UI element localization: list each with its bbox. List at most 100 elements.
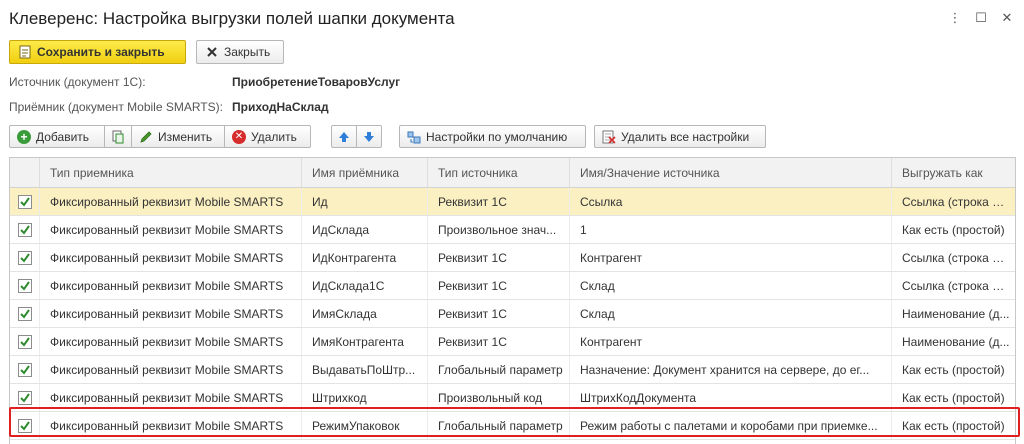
cell-receiver-name: ИмяКонтрагента xyxy=(302,328,428,355)
cell-receiver-name: ИдСклада xyxy=(302,216,428,243)
cell-source-value-text: 1 xyxy=(580,222,587,237)
save-doc-icon xyxy=(18,45,32,59)
cell-source-type-text: Произвольный код xyxy=(438,390,543,405)
row-checkbox[interactable] xyxy=(17,334,32,349)
close-button[interactable]: Закрыть xyxy=(196,40,284,64)
cell-receiver-type-text: Фиксированный реквизит Mobile SMARTS xyxy=(50,222,284,237)
header-export-as[interactable]: Выгружать как xyxy=(892,158,1015,187)
cell-receiver-type: Фиксированный реквизит Mobile SMARTS xyxy=(40,384,302,411)
close-window-icon[interactable]: ✕ xyxy=(996,8,1018,28)
cell-export-as: Наименование (д... xyxy=(892,328,1015,355)
table-toolbar: + Добавить Изменить ✕ Удалить Настройки … xyxy=(9,125,766,148)
table-row[interactable]: Фиксированный реквизит Mobile SMARTS ИдСк… xyxy=(10,272,1015,300)
header-receiver-type[interactable]: Тип приемника xyxy=(40,158,302,187)
cell-receiver-name-text: РежимУпаковок xyxy=(312,418,400,433)
row-checkbox[interactable] xyxy=(17,250,32,265)
header-receiver-name[interactable]: Имя приёмника xyxy=(302,158,428,187)
row-checkbox[interactable] xyxy=(17,306,32,321)
cell-source-value: ШтрихКодДокумента xyxy=(570,384,892,411)
table-row[interactable]: Фиксированный реквизит Mobile SMARTS ИдСк… xyxy=(10,216,1015,244)
move-down-button[interactable] xyxy=(356,125,382,148)
cell-receiver-name-text: ИдСклада1С xyxy=(312,278,385,293)
cell-source-value: Ссылка xyxy=(570,188,892,215)
move-up-button[interactable] xyxy=(331,125,357,148)
row-checkbox-cell xyxy=(10,356,40,383)
save-and-close-button[interactable]: Сохранить и закрыть xyxy=(9,40,186,64)
source-label: Источник (документ 1С): xyxy=(9,75,146,89)
row-checkbox[interactable] xyxy=(17,390,32,405)
checkmark-icon xyxy=(19,392,30,403)
row-checkbox[interactable] xyxy=(17,362,32,377)
cell-receiver-type: Фиксированный реквизит Mobile SMARTS xyxy=(40,272,302,299)
cell-receiver-type: Фиксированный реквизит Mobile SMARTS xyxy=(40,300,302,327)
close-x-icon xyxy=(205,45,219,59)
cell-receiver-type: Фиксированный реквизит Mobile SMARTS xyxy=(40,328,302,355)
cell-export-as: Как есть (простой) xyxy=(892,412,1015,439)
edit-button-group: + Добавить Изменить ✕ Удалить xyxy=(9,125,311,148)
cell-export-as: Как есть (простой) xyxy=(892,384,1015,411)
cell-export-as-text: Ссылка (строка G... xyxy=(902,250,1012,265)
source-field: Источник (документ 1С): ПриобретениеТова… xyxy=(9,74,400,90)
delete-all-settings-button[interactable]: Удалить все настройки xyxy=(594,125,766,148)
header-checkbox-column[interactable] xyxy=(10,158,40,187)
cell-source-type: Реквизит 1С xyxy=(428,272,570,299)
delete-label: Удалить xyxy=(251,129,297,144)
row-checkbox[interactable] xyxy=(17,222,32,237)
receiver-value: ПриходНаСклад xyxy=(232,100,329,114)
edit-label: Изменить xyxy=(158,129,213,144)
table-row[interactable]: Фиксированный реквизит Mobile SMARTS ИмяК… xyxy=(10,328,1015,356)
cell-export-as: Ссылка (строка G... xyxy=(892,272,1015,299)
checkmark-icon xyxy=(19,420,30,431)
header-source-value[interactable]: Имя/Значение источника xyxy=(570,158,892,187)
copy-button[interactable] xyxy=(104,125,132,148)
checkmark-icon xyxy=(19,336,30,347)
table-row[interactable]: Фиксированный реквизит Mobile SMARTS ИмяС… xyxy=(10,300,1015,328)
row-checkbox[interactable] xyxy=(17,278,32,293)
window-controls: ⋮ ☐ ✕ xyxy=(944,8,1018,28)
cell-receiver-name: РежимУпаковок xyxy=(302,412,428,439)
cell-source-type-text: Глобальный параметр xyxy=(438,418,563,433)
cell-receiver-name: Ид xyxy=(302,188,428,215)
cell-source-type: Произвольное знач... xyxy=(428,216,570,243)
table-row[interactable]: Фиксированный реквизит Mobile SMARTS Ид Ре… xyxy=(10,188,1015,216)
cell-source-type-text: Реквизит 1С xyxy=(438,334,507,349)
pencil-icon xyxy=(139,130,153,144)
row-checkbox-cell xyxy=(10,412,40,439)
table-row[interactable]: Фиксированный реквизит Mobile SMARTS Выда… xyxy=(10,356,1015,384)
edit-button[interactable]: Изменить xyxy=(131,125,225,148)
cell-receiver-type: Фиксированный реквизит Mobile SMARTS xyxy=(40,216,302,243)
cell-source-value-text: Режим работы с палетами и коробами при п… xyxy=(580,418,878,433)
row-checkbox[interactable] xyxy=(17,194,32,209)
default-settings-icon xyxy=(407,130,421,144)
table-row[interactable]: Фиксированный реквизит Mobile SMARTS ИдКо… xyxy=(10,244,1015,272)
window-title: Клеверенс: Настройка выгрузки полей шапк… xyxy=(9,9,455,28)
row-checkbox[interactable] xyxy=(17,418,32,433)
cell-receiver-name-text: Ид xyxy=(312,194,328,209)
cell-receiver-name: ИдКонтрагента xyxy=(302,244,428,271)
cell-receiver-name: ВыдаватьПоШтр... xyxy=(302,356,428,383)
delete-button[interactable]: ✕ Удалить xyxy=(224,125,311,148)
cell-source-type: Реквизит 1С xyxy=(428,244,570,271)
delete-all-icon xyxy=(602,130,616,144)
table-header: Тип приемника Имя приёмника Тип источник… xyxy=(10,158,1015,188)
add-button[interactable]: + Добавить xyxy=(9,125,105,148)
row-checkbox-cell xyxy=(10,328,40,355)
maximize-icon[interactable]: ☐ xyxy=(970,8,992,28)
checkmark-icon xyxy=(19,252,30,263)
cell-receiver-type: Фиксированный реквизит Mobile SMARTS xyxy=(40,412,302,439)
arrow-down-icon xyxy=(362,130,376,144)
cell-source-value: 1 xyxy=(570,216,892,243)
header-source-type[interactable]: Тип источника xyxy=(428,158,570,187)
cell-export-as-text: Ссылка (строка G... xyxy=(902,278,1012,293)
default-settings-button[interactable]: Настройки по умолчанию xyxy=(399,125,586,148)
row-checkbox-cell xyxy=(10,244,40,271)
cell-source-type: Произвольный код xyxy=(428,384,570,411)
delete-icon: ✕ xyxy=(232,129,246,144)
more-options-icon[interactable]: ⋮ xyxy=(944,8,966,28)
cell-source-type-text: Произвольное знач... xyxy=(438,222,557,237)
cell-source-type: Глобальный параметр xyxy=(428,412,570,439)
table-row[interactable]: Фиксированный реквизит Mobile SMARTS Штри… xyxy=(10,384,1015,412)
cell-receiver-type-text: Фиксированный реквизит Mobile SMARTS xyxy=(50,194,284,209)
cell-export-as: Ссылка (строка G... xyxy=(892,188,1015,215)
table-row[interactable]: Фиксированный реквизит Mobile SMARTS Режи… xyxy=(10,412,1015,440)
